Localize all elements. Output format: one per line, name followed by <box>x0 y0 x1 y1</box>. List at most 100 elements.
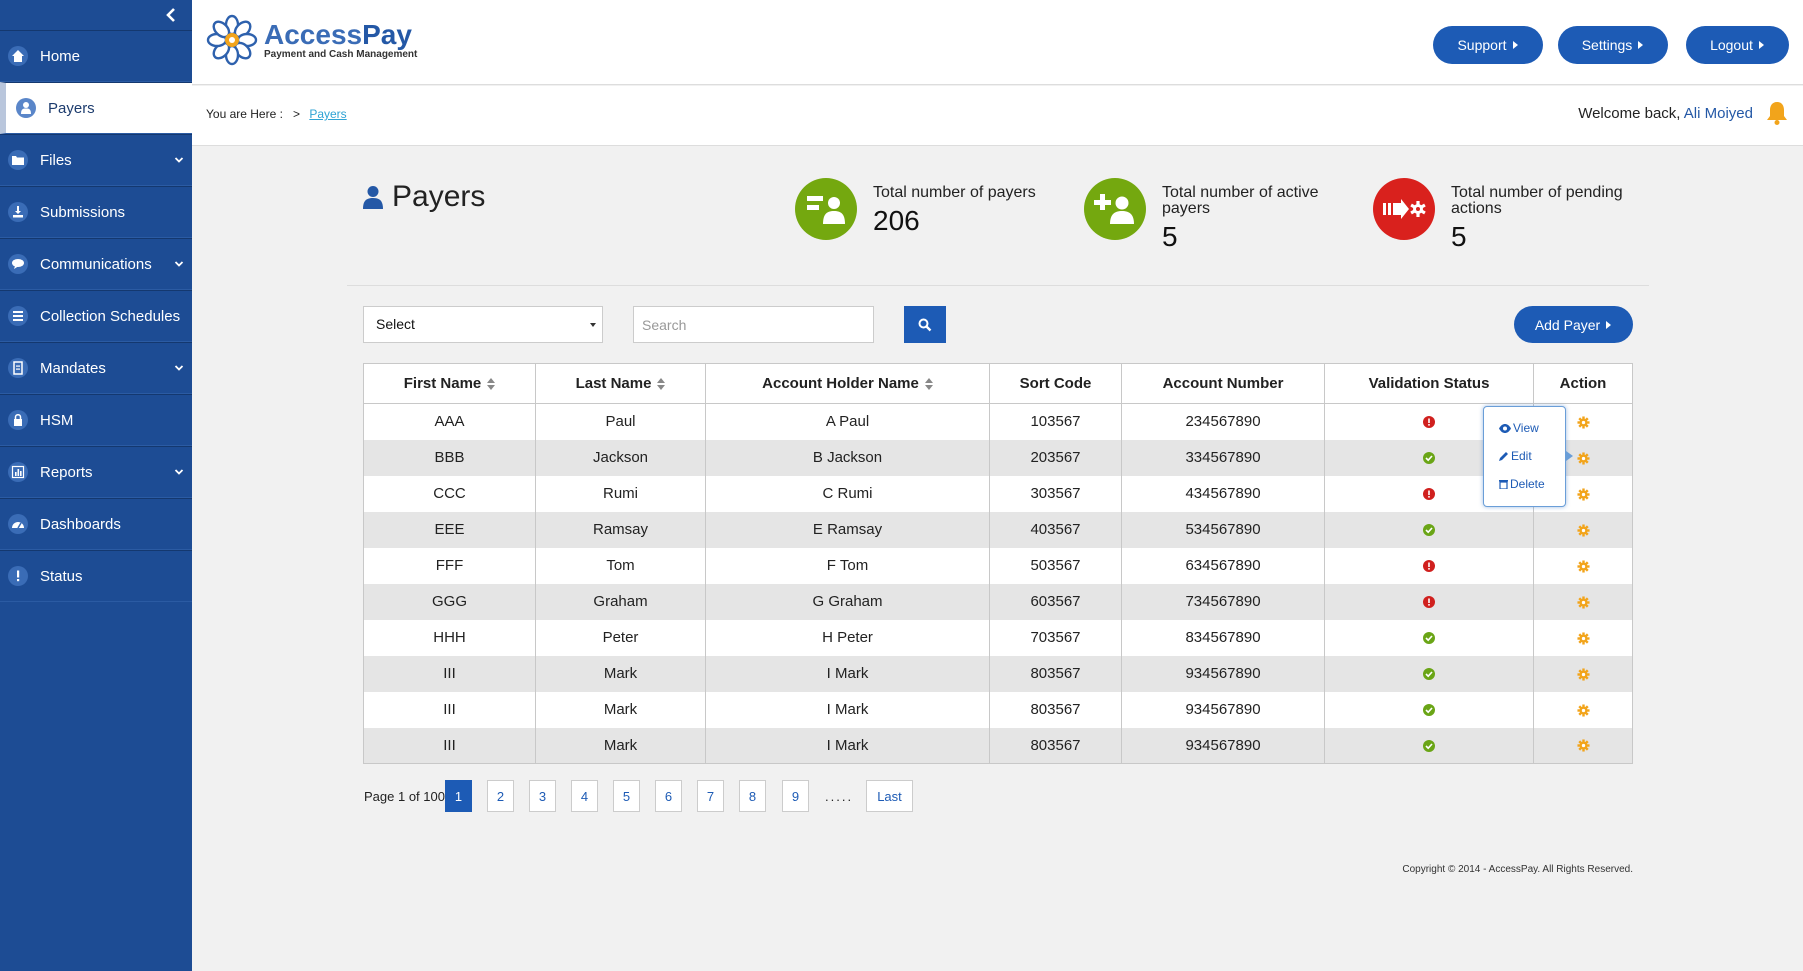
sidebar-item-hsm[interactable]: HSM <box>0 394 192 446</box>
cell-account-number: 934567890 <box>1121 691 1325 728</box>
pagination-last-button[interactable]: Last <box>866 780 913 812</box>
cell-action[interactable] <box>1533 619 1633 656</box>
pagination-page-6[interactable]: 6 <box>655 780 682 812</box>
select-value: Select <box>376 316 415 332</box>
menu-item-delete[interactable]: Delete <box>1499 477 1545 491</box>
user-name[interactable]: Ali Moiyed <box>1684 105 1753 122</box>
invalid-status-icon <box>1423 416 1435 429</box>
breadcrumb-link-payers[interactable]: Payers <box>309 107 346 121</box>
sidebar-item-collection-schedules[interactable]: Collection Schedules <box>0 290 192 342</box>
page-title: Payers <box>362 180 485 214</box>
sidebar-item-payers[interactable]: Payers <box>0 82 192 134</box>
sidebar-item-dashboards[interactable]: Dashboards <box>0 498 192 550</box>
cell-first-name: BBB <box>363 439 536 476</box>
cell-action[interactable] <box>1533 727 1633 764</box>
stat-value: 5 <box>1451 221 1467 252</box>
sidebar-item-status[interactable]: Status <box>0 550 192 602</box>
list-icon <box>13 311 23 321</box>
cell-last-name: Jackson <box>535 439 706 476</box>
gear-icon[interactable] <box>1576 451 1590 465</box>
menu-item-view[interactable]: View <box>1499 421 1539 435</box>
accesspay-logo[interactable]: AccessPay Payment and Cash Management <box>206 14 417 66</box>
sidebar-item-home[interactable]: Home <box>0 30 192 82</box>
cell-last-name: Peter <box>535 619 706 656</box>
filter-select[interactable]: Select <box>363 306 603 343</box>
gear-icon[interactable] <box>1576 631 1590 645</box>
pagination-page-5[interactable]: 5 <box>613 780 640 812</box>
gear-icon[interactable] <box>1576 667 1590 681</box>
cell-first-name: EEE <box>363 511 536 548</box>
valid-status-icon <box>1423 739 1435 752</box>
column-header-label: Action <box>1559 375 1607 392</box>
gear-icon[interactable] <box>1576 559 1590 573</box>
sidebar-collapse-button[interactable] <box>0 0 192 30</box>
table-header-row: First Name Last Name Account Holder Name… <box>363 363 1633 404</box>
cell-action[interactable] <box>1533 655 1633 692</box>
cell-action[interactable] <box>1533 547 1633 584</box>
pagination-page-2[interactable]: 2 <box>487 780 514 812</box>
pagination-page-7[interactable]: 7 <box>697 780 724 812</box>
caret-right-icon <box>1638 41 1644 49</box>
table-row: FFF Tom F Tom 503567 634567890 <box>363 547 1633 584</box>
pagination-page-9[interactable]: 9 <box>782 780 809 812</box>
add-payer-button[interactable]: Add Payer <box>1514 306 1633 343</box>
cell-sort-code: 703567 <box>989 619 1122 656</box>
invalid-status-icon <box>1423 596 1435 609</box>
download-icon <box>13 206 23 218</box>
sidebar-item-mandates[interactable]: Mandates <box>0 342 192 394</box>
cell-first-name: III <box>363 727 536 764</box>
sort-icon <box>487 378 496 391</box>
sidebar-icon-wrap <box>16 98 36 118</box>
cell-account-holder-name: G Graham <box>705 583 990 620</box>
column-header-label: Account Holder Name <box>762 375 919 392</box>
stat-value: 206 <box>873 205 920 236</box>
gear-icon[interactable] <box>1576 703 1590 717</box>
support-button[interactable]: Support <box>1433 26 1543 64</box>
search-input[interactable] <box>633 306 874 343</box>
search-button[interactable] <box>904 306 946 343</box>
sidebar-item-label: Home <box>40 47 81 65</box>
cell-action[interactable] <box>1533 511 1633 548</box>
logout-button[interactable]: Logout <box>1686 26 1789 64</box>
pagination-page-4[interactable]: 4 <box>571 780 598 812</box>
gear-icon[interactable] <box>1576 523 1590 537</box>
trash-icon <box>1499 480 1508 489</box>
sidebar-item-label: Files <box>40 151 72 169</box>
gear-icon[interactable] <box>1576 595 1590 609</box>
gear-icon[interactable] <box>1576 739 1590 752</box>
sort-icon <box>924 378 933 391</box>
bell-icon[interactable] <box>1765 100 1789 126</box>
caret-right-icon <box>1512 41 1518 49</box>
table-row: CCC Rumi C Rumi 303567 434567890 <box>363 475 1633 512</box>
sidebar-item-reports[interactable]: Reports <box>0 446 192 498</box>
pagination-ellipsis: ..... <box>825 789 854 804</box>
sidebar-item-submissions[interactable]: Submissions <box>0 186 192 238</box>
cell-account-holder-name: C Rumi <box>705 475 990 512</box>
sort-icon <box>657 378 666 391</box>
column-header-last-name[interactable]: Last Name <box>535 363 706 404</box>
pending-actions-icon <box>1383 199 1426 219</box>
chevron-down-icon <box>174 469 184 475</box>
cell-validation-status <box>1324 547 1534 584</box>
sidebar-item-communications[interactable]: Communications <box>0 238 192 290</box>
column-header-account-holder-name[interactable]: Account Holder Name <box>705 363 990 404</box>
pagination-page-8[interactable]: 8 <box>739 780 766 812</box>
column-header-first-name[interactable]: First Name <box>363 363 536 404</box>
cell-first-name: HHH <box>363 619 536 656</box>
pencil-icon <box>1499 452 1508 461</box>
pagination-page-1[interactable]: 1 <box>445 780 472 812</box>
gear-icon[interactable] <box>1576 416 1590 429</box>
cell-action[interactable] <box>1533 691 1633 728</box>
cell-last-name: Mark <box>535 691 706 728</box>
gear-icon[interactable] <box>1576 487 1590 501</box>
cell-first-name: GGG <box>363 583 536 620</box>
sidebar-item-files[interactable]: Files <box>0 134 192 186</box>
pagination-page-3[interactable]: 3 <box>529 780 556 812</box>
cell-validation-status <box>1324 619 1534 656</box>
settings-button[interactable]: Settings <box>1558 26 1668 64</box>
caret-right-icon <box>1758 41 1764 49</box>
sidebar-icon-wrap <box>8 514 28 534</box>
cell-account-number: 534567890 <box>1121 511 1325 548</box>
cell-action[interactable] <box>1533 583 1633 620</box>
menu-item-edit[interactable]: Edit <box>1499 449 1532 463</box>
